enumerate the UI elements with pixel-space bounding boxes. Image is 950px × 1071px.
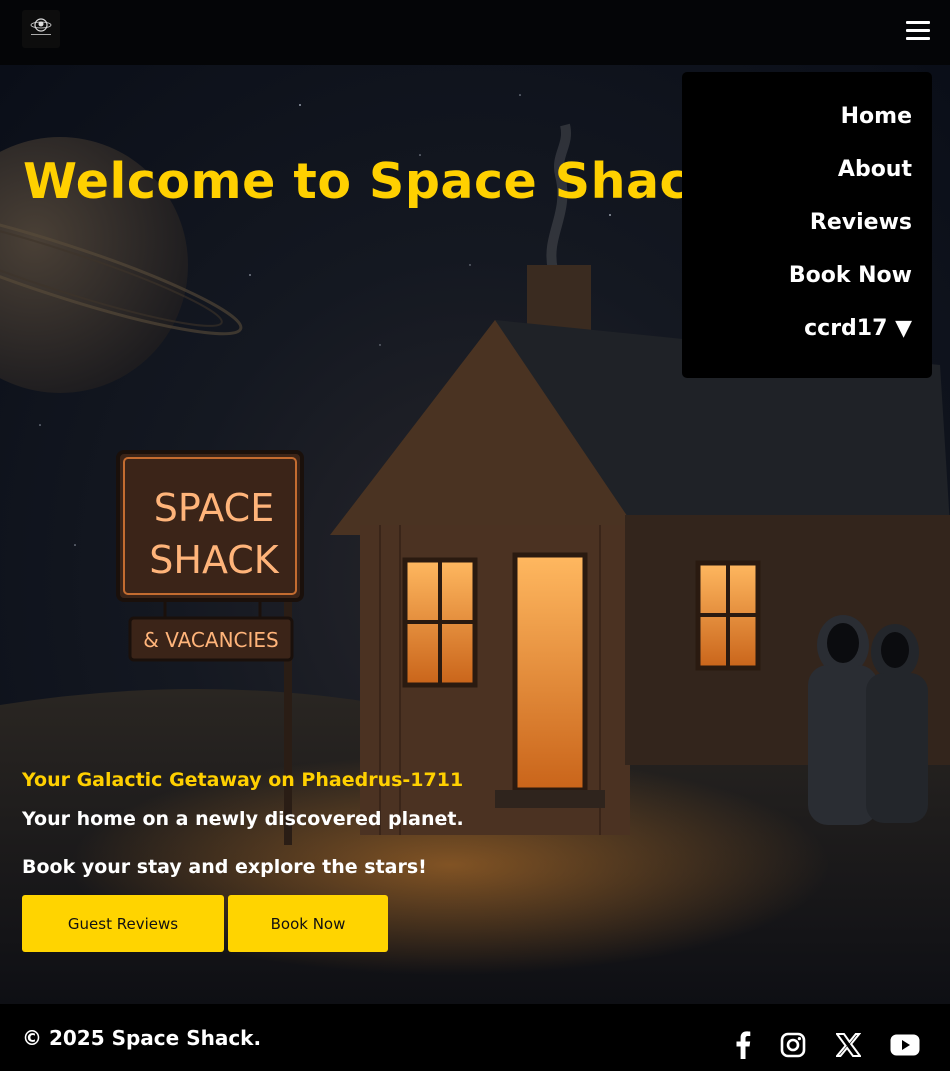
- hero-tagline: Your Galactic Getaway on Phaedrus-1711: [22, 769, 464, 791]
- nav-item-user-account[interactable]: ccrd17 ▼: [804, 316, 912, 341]
- astronaut-suits-illustration: [808, 615, 928, 825]
- page-footer: © 2025 Space Shack.: [0, 1004, 950, 1071]
- instagram-icon[interactable]: [778, 1030, 808, 1060]
- hero-description-line-1: Your home on a newly discovered planet.: [22, 808, 464, 830]
- dropdown-navigation-menu: Home About Reviews Book Now ccrd17 ▼: [682, 72, 932, 378]
- facebook-icon[interactable]: [728, 1030, 758, 1060]
- book-now-button[interactable]: Book Now: [228, 895, 388, 952]
- hamburger-menu-button[interactable]: [906, 18, 930, 44]
- copyright-text: © 2025 Space Shack.: [22, 1026, 262, 1050]
- guest-reviews-button[interactable]: Guest Reviews: [22, 895, 224, 952]
- top-navigation-bar: [0, 0, 950, 65]
- hamburger-icon-line: [906, 37, 930, 40]
- sign-text-shack: SHACK: [149, 538, 280, 582]
- sign-text-vacancies: & VACANCIES: [143, 628, 279, 652]
- nav-item-home[interactable]: Home: [841, 104, 912, 129]
- youtube-icon[interactable]: [890, 1030, 920, 1060]
- hamburger-icon-line: [906, 29, 930, 32]
- x-icon[interactable]: [833, 1030, 863, 1060]
- nav-item-about[interactable]: About: [838, 157, 912, 182]
- hamburger-icon: [906, 21, 930, 24]
- nav-item-book-now[interactable]: Book Now: [789, 263, 912, 288]
- sign-text-space: SPACE: [154, 486, 274, 530]
- page-title: Welcome to Space Shack: [23, 153, 723, 210]
- astronaut-logo-icon: [30, 18, 52, 35]
- hero-description-line-2: Book your stay and explore the stars!: [22, 856, 427, 878]
- site-logo[interactable]: [22, 10, 60, 48]
- nav-item-reviews[interactable]: Reviews: [810, 210, 912, 235]
